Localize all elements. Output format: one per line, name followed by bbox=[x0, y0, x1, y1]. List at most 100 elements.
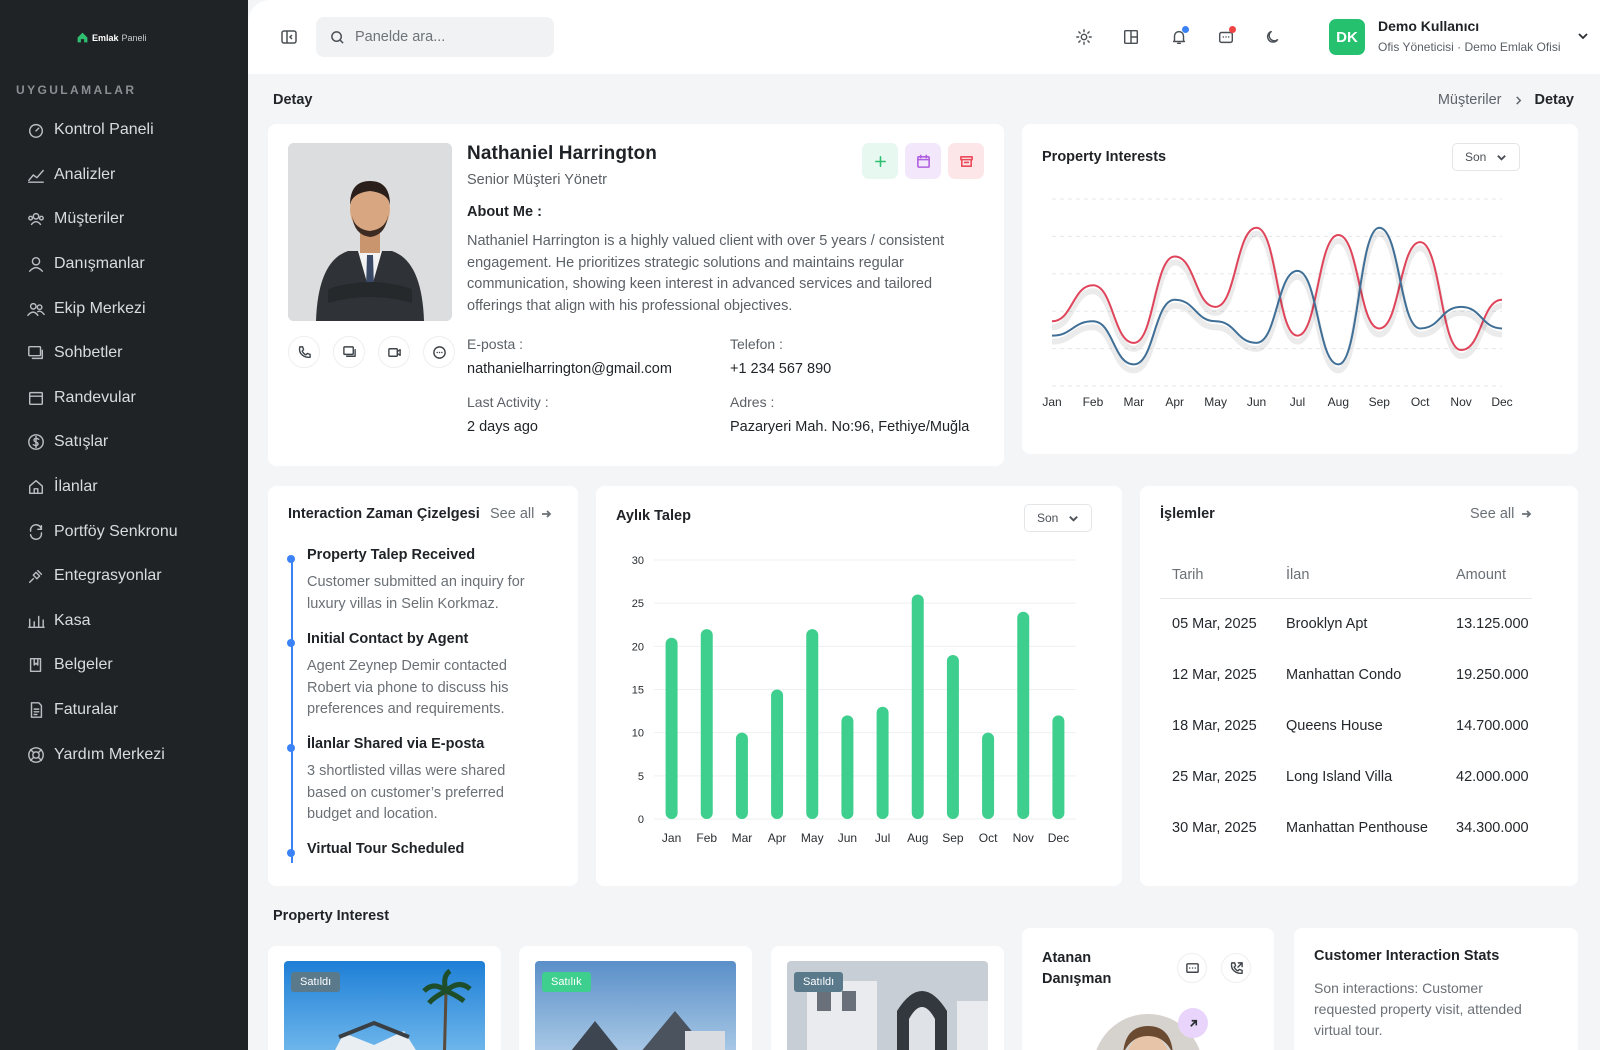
sidebar-item-label: Randevular bbox=[54, 388, 136, 406]
sidebar-item-label: Kasa bbox=[54, 611, 91, 629]
table-row[interactable]: 25 Mar, 2025 Long Island Villa 42.000.00… bbox=[1160, 751, 1532, 802]
column-header-amount[interactable]: Amount bbox=[1444, 552, 1532, 599]
table-row[interactable]: 05 Mar, 2025 Brooklyn Apt 13.125.000 ₺ bbox=[1160, 598, 1532, 649]
property-card[interactable]: Satılık bbox=[519, 946, 752, 1050]
y-tick-label: 15 bbox=[632, 685, 644, 697]
brand-name: Emlak bbox=[92, 32, 119, 43]
archive-button[interactable] bbox=[948, 143, 984, 179]
table-row[interactable]: 12 Mar, 2025 Manhattan Condo 19.250.000 … bbox=[1160, 649, 1532, 700]
sidebar-item-belgeler[interactable]: Belgeler bbox=[0, 643, 248, 688]
timeline-item-title: Virtual Tour Scheduled bbox=[307, 841, 465, 857]
sidebar-item-randevular[interactable]: Randevular bbox=[0, 376, 248, 421]
breadcrumb-customers[interactable]: Müşteriler bbox=[1438, 92, 1502, 108]
x-tick-label: Jan bbox=[1042, 395, 1061, 409]
schedule-button[interactable] bbox=[905, 143, 941, 179]
x-tick-label: May bbox=[801, 831, 824, 845]
sidebar-item-label: Satışlar bbox=[54, 433, 109, 451]
messages-icon[interactable] bbox=[1215, 26, 1237, 48]
video-call-button[interactable] bbox=[378, 336, 410, 368]
chevron-down-icon[interactable] bbox=[1576, 29, 1590, 43]
phone-value[interactable]: +1 234 567 890 bbox=[730, 361, 831, 377]
last-activity-label: Last Activity : bbox=[467, 394, 549, 410]
agent-message-button[interactable] bbox=[1177, 953, 1207, 983]
add-button[interactable] bbox=[862, 143, 898, 179]
home-icon bbox=[26, 477, 46, 497]
sidebar-item-faturalar[interactable]: Faturalar bbox=[0, 688, 248, 733]
stats-description: Son interactions: Customer requested pro… bbox=[1314, 980, 1522, 1038]
sidebar-item-sohbetler[interactable]: Sohbetler bbox=[0, 331, 248, 376]
property-interests-line-chart: Jan Feb Mar Apr May Jun Jul Aug Sep Oct Nov Dec bbox=[1042, 198, 1513, 409]
cell-amount: 42.000.000 ₺ bbox=[1456, 768, 1532, 785]
transactions-card: İşlemler See all Tarih İlan Amount 05 Ma… bbox=[1140, 486, 1578, 886]
invoice-icon bbox=[26, 700, 46, 720]
x-tick-label: Mar bbox=[732, 831, 753, 845]
cell-listing: Long Island Villa bbox=[1286, 768, 1393, 785]
see-all-label: See all bbox=[490, 506, 535, 522]
timeline-see-all-link[interactable]: See all bbox=[490, 506, 552, 522]
sidebar-item-label: Entegrasyonlar bbox=[54, 567, 162, 585]
messages-dot bbox=[1229, 26, 1236, 33]
sidebar-item-label: Portföy Senkronu bbox=[54, 522, 178, 540]
sidebar-item-portfoy-senkronu[interactable]: Portföy Senkronu bbox=[0, 509, 248, 554]
column-header-listing[interactable]: İlan bbox=[1274, 552, 1444, 599]
x-tick-label: Sep bbox=[942, 831, 964, 845]
sidebar-item-yardim-merkezi[interactable]: Yardım Merkezi bbox=[0, 732, 248, 777]
property-card[interactable]: Satıldı bbox=[771, 946, 1004, 1050]
sidebar-item-satislar[interactable]: Satışlar bbox=[0, 420, 248, 465]
open-agent-button[interactable] bbox=[1178, 1008, 1208, 1038]
settings-icon[interactable] bbox=[1073, 26, 1095, 48]
dark-mode-moon-icon[interactable] bbox=[1262, 26, 1284, 48]
sidebar-item-ilanlar[interactable]: İlanlar bbox=[0, 465, 248, 510]
sidebar-item-label: Sohbetler bbox=[54, 344, 123, 362]
x-tick-label: Dec bbox=[1491, 395, 1512, 409]
layout-icon[interactable] bbox=[1120, 26, 1142, 48]
x-tick-label: Feb bbox=[1083, 395, 1104, 409]
sidebar-item-danismanlar[interactable]: Danışmanlar bbox=[0, 242, 248, 287]
message-button[interactable] bbox=[423, 336, 455, 368]
notification-bell-icon[interactable] bbox=[1168, 26, 1190, 48]
email-label: E-posta : bbox=[467, 336, 524, 352]
sidebar-item-ekip-merkezi[interactable]: Ekip Merkezi bbox=[0, 286, 248, 331]
bar bbox=[735, 732, 748, 819]
y-tick-label: 20 bbox=[632, 641, 644, 653]
chat-button[interactable] bbox=[333, 336, 365, 368]
x-tick-label: Dec bbox=[1048, 831, 1069, 845]
cell-listing: Manhattan Condo bbox=[1286, 666, 1402, 683]
sidebar-item-musteriler[interactable]: Müşteriler bbox=[0, 197, 248, 242]
user-avatar[interactable]: DK bbox=[1329, 19, 1365, 55]
search-input[interactable] bbox=[355, 29, 535, 45]
arrow-up-right-icon bbox=[1189, 1019, 1197, 1027]
x-tick-label: Nov bbox=[1450, 395, 1471, 409]
call-button[interactable] bbox=[288, 336, 320, 368]
y-tick-label: 5 bbox=[638, 771, 644, 783]
breadcrumb: Müşteriler Detay bbox=[1438, 92, 1574, 108]
bar bbox=[806, 629, 819, 819]
timeline-item-desc: Agent Zeynep Demir contacted Robert via … bbox=[307, 658, 509, 717]
cell-listing: Brooklyn Apt bbox=[1286, 615, 1368, 632]
sidebar-item-analizler[interactable]: Analizler bbox=[0, 153, 248, 198]
table-row[interactable]: 18 Mar, 2025 Queens House 14.700.000 ₺ bbox=[1160, 700, 1532, 751]
email-value[interactable]: nathanielharrington@gmail.com bbox=[467, 361, 672, 377]
arrow-right-icon bbox=[542, 510, 552, 518]
timeline-item-title: İlanlar Shared via E-posta bbox=[307, 736, 485, 752]
table-header-row: Tarih İlan Amount bbox=[1160, 552, 1532, 599]
archive-icon bbox=[959, 155, 973, 167]
sidebar-item-entegrasyonlar[interactable]: Entegrasyonlar bbox=[0, 554, 248, 599]
calendar-icon bbox=[26, 388, 46, 408]
sidebar-item-kontrol-paneli[interactable]: Kontrol Paneli bbox=[0, 108, 248, 153]
bar bbox=[771, 689, 784, 819]
table-row[interactable]: 30 Mar, 2025 Manhattan Penthouse 34.300.… bbox=[1160, 802, 1532, 853]
column-header-date[interactable]: Tarih bbox=[1160, 552, 1274, 599]
home-logo-icon bbox=[77, 32, 88, 43]
user-name[interactable]: Demo Kullanıcı bbox=[1378, 18, 1479, 34]
sidebar-item-kasa[interactable]: Kasa bbox=[0, 599, 248, 644]
brand-logo[interactable]: Emlak Paneli bbox=[76, 31, 147, 44]
profile-photo bbox=[288, 143, 452, 321]
assigned-agent-card: Atanan Danışman bbox=[1022, 928, 1274, 1050]
sidebar-section-label: UYGULAMALAR bbox=[16, 83, 137, 97]
property-card[interactable]: Satıldı bbox=[268, 946, 501, 1050]
x-tick-label: Aug bbox=[907, 831, 928, 845]
transactions-table: Tarih İlan Amount 05 Mar, 2025 Brooklyn … bbox=[1160, 552, 1532, 853]
sidebar-toggle-icon[interactable] bbox=[280, 28, 298, 46]
agent-call-button[interactable] bbox=[1221, 953, 1251, 983]
